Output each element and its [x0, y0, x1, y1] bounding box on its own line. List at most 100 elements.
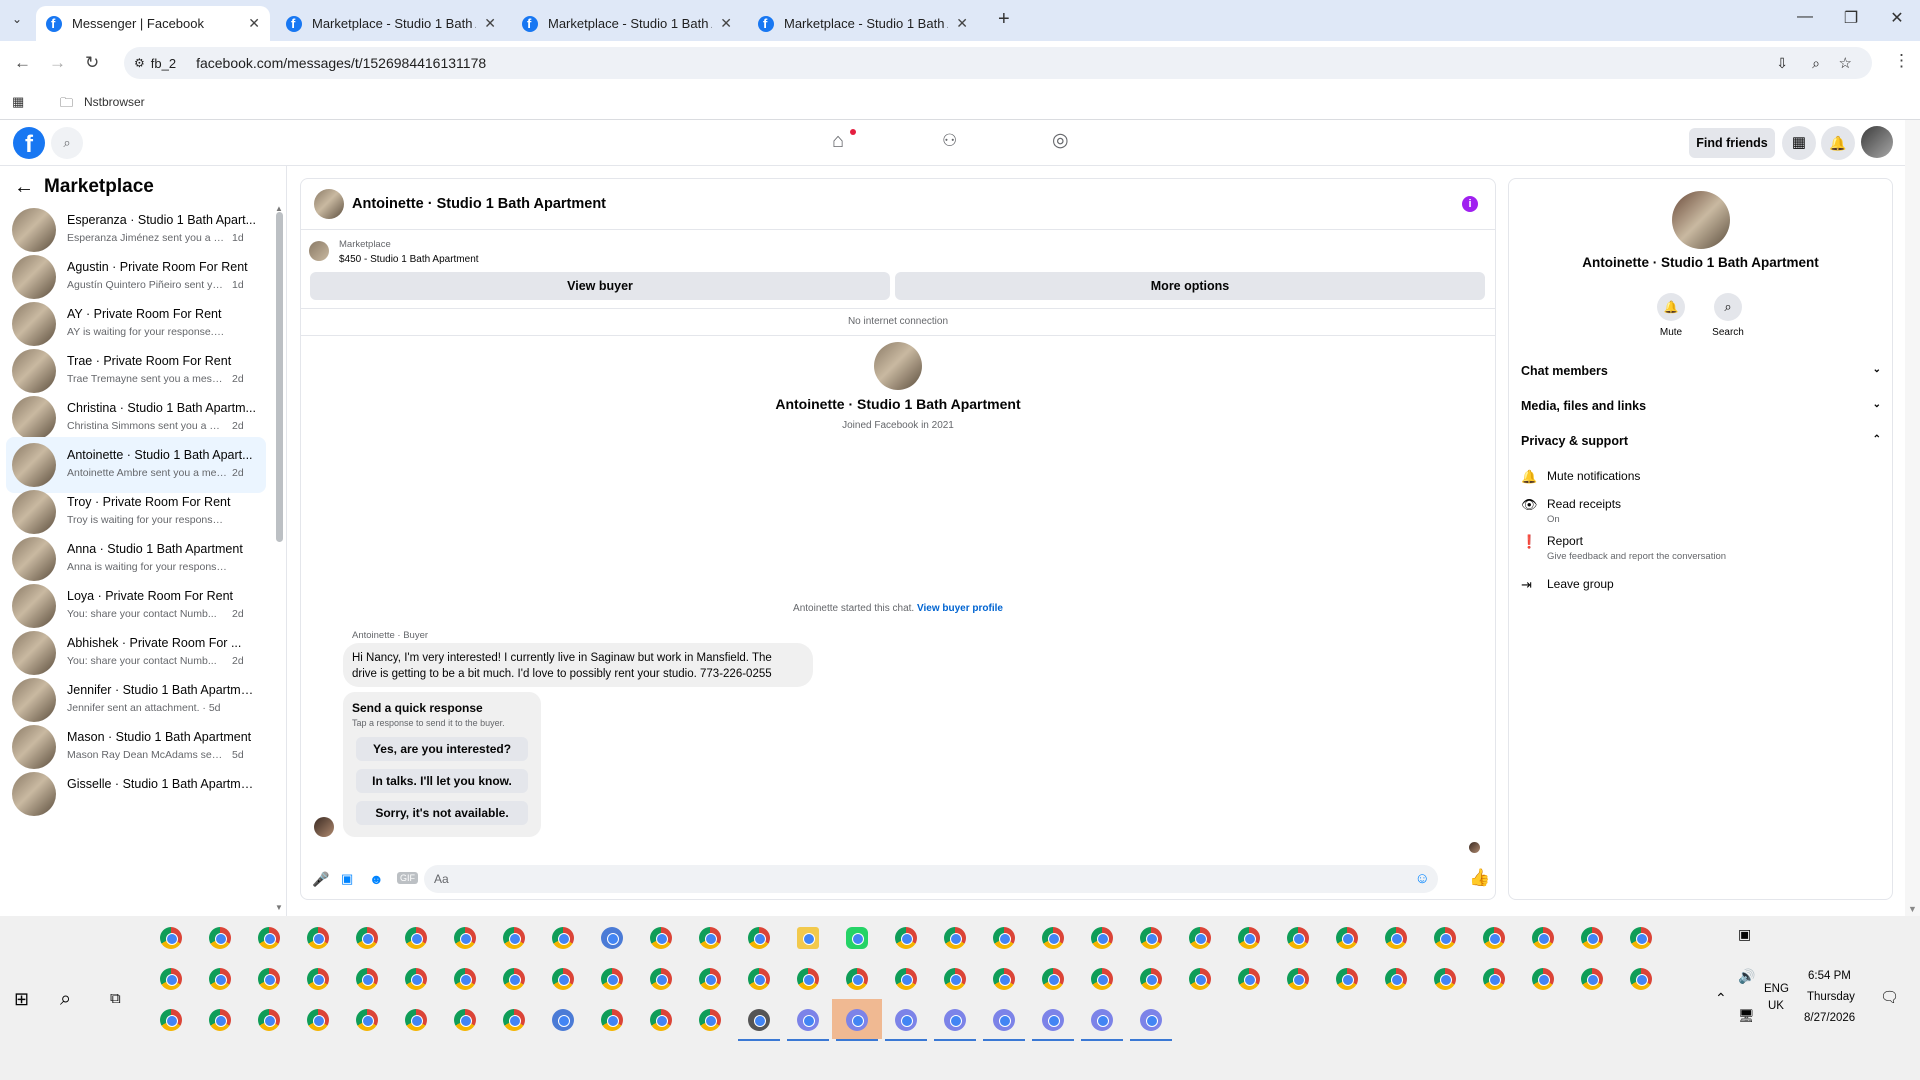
browser-app-icon[interactable] — [552, 1009, 574, 1031]
close-tab-icon[interactable]: ✕ — [484, 15, 496, 32]
chat-header-title[interactable]: Antoinette · Studio 1 Bath Apartment — [352, 196, 606, 212]
browser-app-icon[interactable] — [846, 1009, 868, 1031]
sidebar-scroll-down-icon[interactable]: ▼ — [275, 903, 283, 912]
browser-app-icon[interactable] — [503, 968, 525, 990]
sender-avatar[interactable] — [314, 817, 334, 837]
media-section[interactable]: Media, files and links ⌄ — [1521, 399, 1881, 413]
browser-app-icon[interactable] — [1189, 968, 1211, 990]
back-icon[interactable]: ← — [14, 53, 31, 73]
browser-app-icon[interactable] — [552, 968, 574, 990]
browser-app-icon[interactable] — [699, 927, 721, 949]
browser-app-icon[interactable] — [748, 927, 770, 949]
browser-app-icon[interactable] — [993, 927, 1015, 949]
windows-start-icon[interactable]: ⊞ — [14, 989, 29, 1010]
read-receipts-option[interactable]: 👁 Read receipts On — [1521, 497, 1621, 525]
facebook-logo-icon[interactable]: f — [13, 127, 45, 159]
close-tab-icon[interactable]: ✕ — [248, 15, 260, 32]
conversation-item[interactable]: Gisselle · Studio 1 Bath Apartment — [6, 766, 266, 822]
browser-app-icon[interactable] — [503, 1009, 525, 1031]
message-bubble[interactable]: Hi Nancy, I'm very interested! I current… — [343, 643, 813, 687]
whatsapp-icon[interactable] — [846, 927, 868, 949]
settings-icon[interactable] — [748, 1009, 770, 1031]
browser-app-icon[interactable] — [1238, 927, 1260, 949]
menu-grid-icon[interactable]: ▦ — [1782, 126, 1816, 160]
voice-clip-icon[interactable]: 🎤 — [312, 871, 329, 888]
task-view-icon[interactable]: ⧉ — [110, 990, 121, 1007]
profile-chip[interactable]: fb_2 — [151, 56, 176, 71]
browser-app-icon[interactable] — [258, 927, 280, 949]
browser-app-icon[interactable] — [895, 927, 917, 949]
tab-search-icon[interactable]: ⌄ — [12, 12, 22, 26]
browser-app-icon[interactable] — [797, 968, 819, 990]
browser-app-icon[interactable] — [1630, 968, 1652, 990]
show-hidden-icons[interactable]: ⌃ — [1715, 990, 1727, 1007]
file-explorer-icon[interactable] — [797, 927, 819, 949]
browser-app-icon[interactable] — [1042, 1009, 1064, 1031]
browser-app-icon[interactable] — [601, 968, 623, 990]
browser-app-icon[interactable] — [1287, 927, 1309, 949]
browser-app-icon[interactable] — [748, 968, 770, 990]
message-input[interactable]: Aa ☺ — [424, 865, 1438, 893]
find-friends-button[interactable]: Find friends — [1689, 128, 1775, 158]
browser-app-icon[interactable] — [944, 1009, 966, 1031]
browser-app-icon[interactable] — [1091, 1009, 1113, 1031]
meet-now-icon[interactable]: ▣ — [1738, 926, 1751, 943]
reload-icon[interactable]: ↻ — [85, 53, 99, 73]
forward-icon[interactable]: → — [49, 53, 66, 73]
network-icon[interactable]: 🖥 — [1738, 1008, 1755, 1024]
chat-members-section[interactable]: Chat members ⌄ — [1521, 364, 1881, 378]
browser-app-icon[interactable] — [993, 968, 1015, 990]
apps-grid-icon[interactable]: ▦ — [12, 94, 24, 110]
browser-app-icon[interactable] — [258, 968, 280, 990]
view-buyer-button[interactable]: View buyer — [310, 272, 890, 300]
browser-app-icon[interactable] — [650, 968, 672, 990]
browser-app-icon[interactable] — [307, 1009, 329, 1031]
sidebar-scroll-up-icon[interactable]: ▲ — [275, 204, 283, 213]
chat-header-avatar[interactable] — [314, 189, 344, 219]
clock-date[interactable]: 8/27/2026 — [1804, 1012, 1855, 1024]
taskbar-search-icon[interactable]: ⌕ — [60, 988, 71, 1011]
conversation-info-icon[interactable]: i — [1462, 196, 1478, 212]
browser-app-icon[interactable] — [454, 1009, 476, 1031]
browser-app-icon[interactable] — [601, 1009, 623, 1031]
bookmark-nstbrowser[interactable]: Nstbrowser — [84, 95, 145, 109]
listing-title[interactable]: $450 - Studio 1 Bath Apartment — [339, 254, 479, 265]
browser-app-icon[interactable] — [895, 1009, 917, 1031]
browser-app-icon[interactable] — [209, 927, 231, 949]
browser-app-icon[interactable] — [356, 927, 378, 949]
browser-app-icon[interactable] — [1532, 927, 1554, 949]
browser-app-icon[interactable] — [1042, 927, 1064, 949]
quick-response-yes[interactable]: Yes, are you interested? — [356, 737, 528, 761]
address-bar[interactable]: ⚙ fb_2 facebook.com/messages/t/152698441… — [124, 47, 1872, 79]
browser-app-icon[interactable] — [405, 968, 427, 990]
back-arrow-icon[interactable]: ← — [14, 176, 34, 199]
mute-notifications-option[interactable]: 🔔 Mute notifications — [1521, 469, 1640, 485]
browser-app-icon[interactable] — [1140, 927, 1162, 949]
browser-app-icon[interactable] — [1336, 968, 1358, 990]
clock-day[interactable]: Thursday — [1807, 991, 1855, 1003]
browser-app-icon[interactable] — [1483, 968, 1505, 990]
browser-app-icon[interactable] — [846, 968, 868, 990]
attach-photo-icon[interactable]: ▣ — [341, 871, 353, 887]
close-window-icon[interactable]: ✕ — [1877, 8, 1917, 28]
quick-response-in-talks[interactable]: In talks. I'll let you know. — [356, 769, 528, 793]
sticker-icon[interactable]: ☻ — [369, 871, 384, 887]
browser-app-icon[interactable] — [1287, 968, 1309, 990]
browser-app-icon[interactable] — [258, 1009, 280, 1031]
browser-app-icon[interactable] — [1091, 968, 1113, 990]
gif-icon[interactable]: GIF — [397, 872, 418, 884]
browser-app-icon[interactable] — [1434, 927, 1456, 949]
browser-app-icon[interactable] — [993, 1009, 1015, 1031]
language-eng[interactable]: ENG — [1764, 983, 1789, 995]
browser-app-icon[interactable] — [405, 1009, 427, 1031]
notifications-bell-icon[interactable]: 🔔 — [1821, 126, 1855, 160]
site-info-icon[interactable]: ⚙ — [134, 56, 145, 70]
minimize-icon[interactable]: — — [1785, 8, 1825, 26]
emoji-icon[interactable]: ☺ — [1415, 870, 1430, 887]
close-tab-icon[interactable]: ✕ — [956, 15, 968, 32]
sidebar-scrollbar-thumb[interactable] — [276, 212, 283, 542]
quick-response-not-available[interactable]: Sorry, it's not available. — [356, 801, 528, 825]
like-thumb-icon[interactable]: 👍 — [1469, 868, 1490, 888]
page-scrollbar-track[interactable] — [1905, 120, 1920, 916]
browser-app-icon[interactable] — [895, 968, 917, 990]
